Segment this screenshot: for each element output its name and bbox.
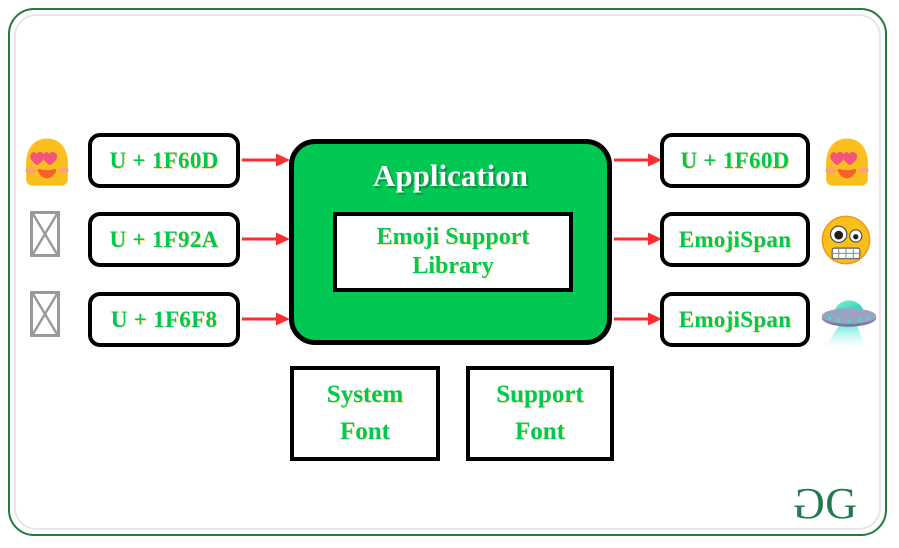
arrow-input-2	[242, 231, 290, 247]
output-label-3: EmojiSpan	[678, 306, 792, 332]
arrow-output-1	[614, 152, 662, 168]
system-font-label: System Font	[327, 377, 403, 450]
system-font-line-1: System	[326, 381, 404, 409]
input-code-box-3: U + 1F6F8	[88, 292, 240, 347]
emoji-support-library-box: Emoji Support Library	[333, 212, 573, 292]
tofu-missing-glyph-icon-2	[30, 291, 60, 337]
application-box: Application Emoji Support Library	[289, 139, 612, 345]
arrow-output-3	[614, 311, 662, 327]
smiling-face-with-heart-eyes-icon	[18, 133, 76, 191]
system-font-line-2: Font	[339, 417, 390, 445]
support-font-box: Support Font	[466, 366, 614, 461]
input-code-box-1: U + 1F60D	[88, 133, 240, 188]
arrow-input-3	[242, 311, 290, 327]
logo-g: G	[825, 479, 857, 528]
arrow-input-1	[242, 152, 290, 168]
zany-face-icon	[820, 214, 872, 266]
output-box-1: U + 1F60D	[660, 133, 810, 188]
application-title: Application	[372, 158, 529, 193]
diagram-canvas: U + 1F60D U + 1F92A U + 1F6F8 Applicatio…	[0, 0, 899, 548]
emoji-support-library-label: Emoji Support Library	[377, 223, 530, 282]
tofu-missing-glyph-icon-1	[30, 211, 60, 257]
library-label-line-1: Emoji Support	[376, 223, 530, 250]
system-font-box: System Font	[290, 366, 440, 461]
input-code-label-3: U + 1F6F8	[110, 306, 218, 332]
output-box-2: EmojiSpan	[660, 212, 810, 267]
input-code-label-2: U + 1F92A	[109, 226, 219, 252]
logo-reversed-g: G	[795, 479, 826, 528]
output-label-2: EmojiSpan	[678, 226, 792, 252]
output-label-1: U + 1F60D	[680, 147, 790, 173]
smiling-face-with-heart-eyes-icon-output	[818, 133, 876, 191]
library-label-line-2: Library	[412, 253, 494, 279]
output-box-3: EmojiSpan	[660, 292, 810, 347]
input-code-box-2: U + 1F92A	[88, 212, 240, 267]
support-font-line-2: Font	[514, 417, 565, 445]
flying-saucer-icon	[818, 286, 880, 348]
geeksforgeeks-logo: GG	[795, 479, 857, 528]
support-font-line-1: Support	[496, 381, 584, 409]
support-font-label: Support Font	[496, 377, 584, 450]
arrow-output-2	[614, 231, 662, 247]
input-code-label-1: U + 1F60D	[109, 147, 219, 173]
